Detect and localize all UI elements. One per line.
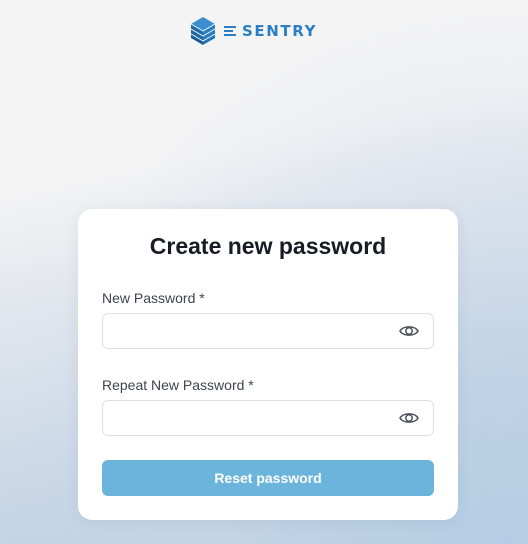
- reset-password-card: Create new password New Password * Repea…: [78, 209, 458, 520]
- brand-logo: SENTRY: [190, 15, 317, 47]
- new-password-input[interactable]: [103, 314, 393, 348]
- repeat-password-label: Repeat New Password *: [102, 377, 254, 393]
- brand-name-text: SENTRY: [242, 22, 318, 40]
- repeat-password-field-wrapper: [102, 400, 434, 436]
- reset-password-button[interactable]: Reset password: [102, 460, 434, 496]
- repeat-password-input[interactable]: [103, 401, 393, 435]
- brand-name: SENTRY: [224, 22, 317, 40]
- page-title: Create new password: [149, 233, 387, 259]
- stacked-cubes-logo-icon: [190, 17, 216, 45]
- eye-icon[interactable]: [399, 323, 419, 339]
- eye-icon[interactable]: [399, 410, 419, 426]
- new-password-field-wrapper: [102, 313, 434, 349]
- brand-e-mark: [224, 26, 236, 36]
- new-password-label: New Password *: [102, 290, 205, 306]
